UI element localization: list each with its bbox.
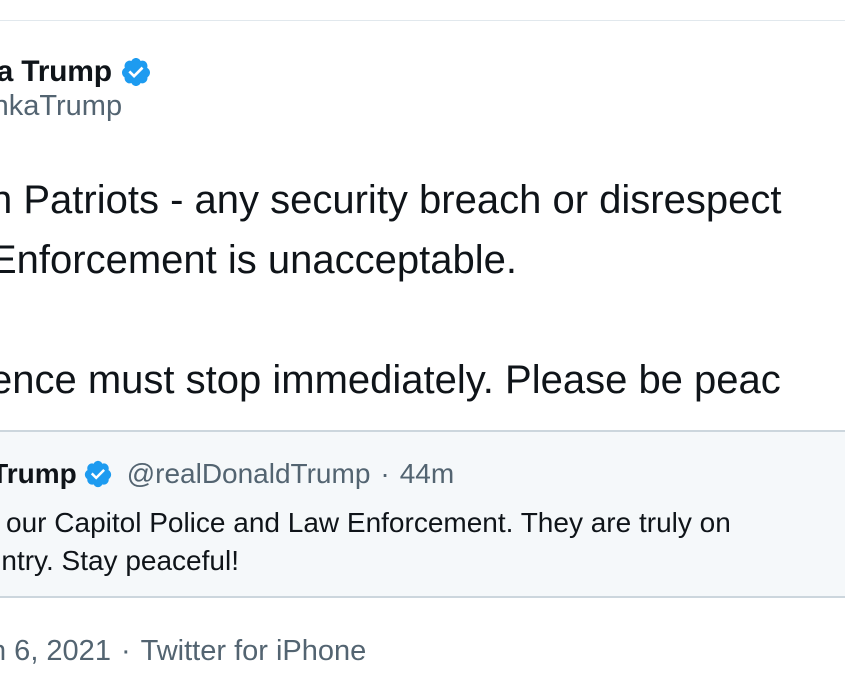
quoted-text-line: port our Capitol Police and Law Enforcem… <box>0 507 731 538</box>
quoted-tweet-text: port our Capitol Police and Law Enforcem… <box>0 504 731 580</box>
tweet-detail-view: nka Trump vankaTrump n Patriots - any se… <box>0 0 845 684</box>
quoted-text-line: Country. Stay peaceful! <box>0 545 239 576</box>
author-name-row[interactable]: nka Trump <box>0 52 152 92</box>
verified-badge-icon <box>120 56 152 88</box>
tweet-text-line: n Patriots - any security breach or disr… <box>0 178 782 222</box>
author-handle[interactable]: vankaTrump <box>0 90 122 123</box>
quoted-tweet-time: 44m <box>399 458 455 489</box>
dot-separator: · <box>380 458 390 489</box>
dot-separator: · <box>120 634 131 667</box>
tweet-text-line: Enforcement is unacceptable. <box>0 238 517 282</box>
tweet-meta-row: n 6, 2021 · Twitter for iPhone <box>0 632 366 670</box>
top-divider <box>0 20 845 21</box>
tweet-text: n Patriots - any security breach or disr… <box>0 170 845 410</box>
tweet-text-line <box>0 290 845 350</box>
author-name[interactable]: nka Trump <box>0 55 112 89</box>
tweet-text-line: ence must stop immediately. Please be pe… <box>0 358 781 402</box>
quoted-author-name: J. Trump <box>0 458 77 489</box>
verified-badge-icon <box>83 459 113 489</box>
tweet-date[interactable]: n 6, 2021 <box>0 635 111 668</box>
quoted-tweet-card[interactable]: J. Trump @realDonaldTrump · 44m port our… <box>0 430 845 598</box>
tweet-source[interactable]: Twitter for iPhone <box>141 635 367 668</box>
quoted-tweet-header: J. Trump @realDonaldTrump · 44m <box>0 456 454 492</box>
quoted-author-handle: @realDonaldTrump <box>126 458 371 489</box>
